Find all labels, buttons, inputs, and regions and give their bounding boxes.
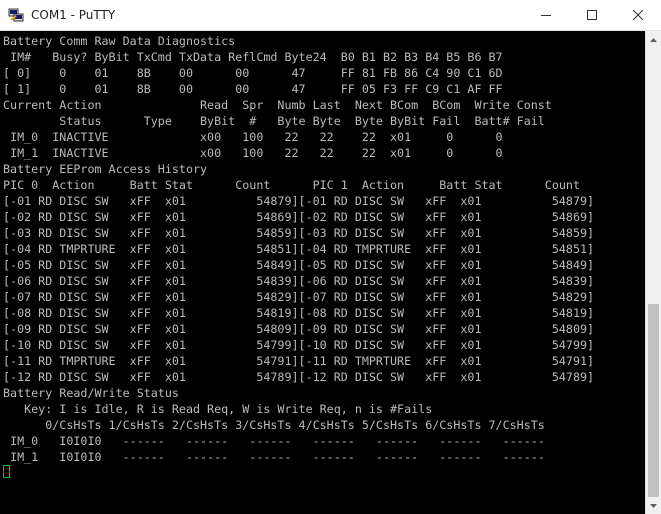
terminal-line: IM# Busy? ByBit TxCmd TxData ReflCmd Byt… [3, 50, 503, 64]
terminal-line: [-05 RD DISC SW xFF x01 54849][-05 RD DI… [3, 258, 595, 272]
maximize-button[interactable] [569, 0, 615, 30]
maximize-icon [587, 10, 597, 20]
terminal-line: IM_1 INACTIVE x00 100 22 22 22 x01 0 0 [3, 146, 503, 160]
chevron-down-icon [650, 503, 657, 508]
terminal-line: [-07 RD DISC SW xFF x01 54829][-07 RD DI… [3, 290, 595, 304]
terminal-line: Battery Comm Raw Data Diagnostics [3, 34, 236, 48]
scroll-down-button[interactable] [646, 497, 661, 514]
terminal-line: Key: I is Idle, R is Read Req, W is Writ… [3, 402, 433, 416]
terminal-line: [-01 RD DISC SW xFF x01 54879][-01 RD DI… [3, 194, 595, 208]
terminal-line: [-09 RD DISC SW xFF x01 54809][-09 RD DI… [3, 322, 595, 336]
terminal-line: Status Type ByBit # Byte Byte Byte ByBit… [3, 114, 545, 128]
putty-icon[interactable] [8, 7, 24, 23]
terminal-line: [-11 RD TMPRTURE xFF x01 54791][-11 RD T… [3, 354, 595, 368]
scroll-up-button[interactable] [646, 31, 661, 48]
scrollbar-thumb[interactable] [648, 304, 659, 497]
terminal-output: Battery Comm Raw Data Diagnostics IM# Bu… [3, 33, 594, 465]
minimize-icon [541, 15, 551, 16]
terminal-line: PIC 0 Action Batt Stat Count PIC 1 Actio… [3, 178, 580, 192]
terminal-line: [-06 RD DISC SW xFF x01 54839][-06 RD DI… [3, 274, 595, 288]
terminal-cursor [3, 465, 10, 478]
terminal-line: [-12 RD DISC SW xFF x01 54789][-12 RD DI… [3, 370, 595, 384]
terminal-line: Battery Read/Write Status [3, 386, 179, 400]
close-button[interactable] [615, 0, 661, 30]
terminal-line: [-08 RD DISC SW xFF x01 54819][-08 RD DI… [3, 306, 595, 320]
terminal-line: IM_0 INACTIVE x00 100 22 22 22 x01 0 0 [3, 130, 503, 144]
terminal-line: [-04 RD TMPRTURE xFF x01 54851][-04 RD T… [3, 242, 595, 256]
terminal-line: Battery EEProm Access History [3, 162, 208, 176]
terminal-line: [-03 RD DISC SW xFF x01 54859][-03 RD DI… [3, 226, 595, 240]
terminal-line: 0/CsHsTs 1/CsHsTs 2/CsHsTs 3/CsHsTs 4/Cs… [3, 418, 545, 432]
terminal-line: Current Action Read Spr Numb Last Next B… [3, 98, 552, 112]
window-title: COM1 - PuTTY [31, 8, 116, 22]
chevron-up-icon [650, 37, 657, 42]
title-bar[interactable]: COM1 - PuTTY [0, 0, 661, 31]
terminal-line: [-02 RD DISC SW xFF x01 54869][-02 RD DI… [3, 210, 595, 224]
terminal-line: IM_1 I0I0I0 ------ ------ ------ ------ … [3, 450, 545, 464]
terminal-line: [ 1] 0 01 8B 00 00 47 FF 05 F3 FF C9 C1 … [3, 82, 503, 96]
close-icon [633, 10, 643, 20]
terminal-line: IM_0 I0I0I0 ------ ------ ------ ------ … [3, 434, 545, 448]
vertical-scrollbar[interactable] [645, 31, 661, 514]
minimize-button[interactable] [523, 0, 569, 30]
terminal-line: [-10 RD DISC SW xFF x01 54799][-10 RD DI… [3, 338, 595, 352]
terminal-line: [ 0] 0 01 8B 00 00 47 FF 81 FB 86 C4 90 … [3, 66, 503, 80]
